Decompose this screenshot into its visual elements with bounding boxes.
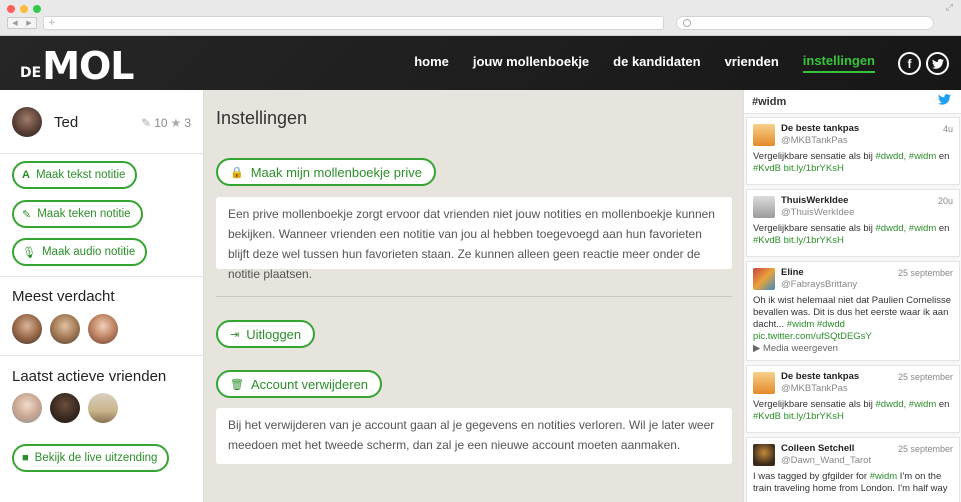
pencil-icon: ✎ xyxy=(22,208,32,221)
hashtag-title[interactable]: #widm xyxy=(752,96,786,108)
star-icon: ★ xyxy=(170,116,182,130)
profile-stats: ✎ 10 ★ 3 xyxy=(141,116,191,130)
site-header: DE MOL home jouw mollenboekje de kandidat… xyxy=(0,36,961,90)
video-camera-icon: ■ xyxy=(22,452,29,464)
avatar[interactable] xyxy=(12,107,42,137)
delete-info-card: Bij het verwijderen van je account gaan … xyxy=(216,408,732,464)
tweet-text: I was tagged by gfgilder for #widm I'm o… xyxy=(753,471,948,494)
logout-button[interactable]: ⇥ Uitloggen xyxy=(216,320,316,348)
most-suspected-title: Meest verdacht xyxy=(12,288,115,305)
browser-search-field[interactable] xyxy=(676,16,934,30)
twitter-widget: #widm De beste tankpas @MKBTankPas 4u Ve… xyxy=(743,90,961,502)
tweet-text: Vergelijkbare sensatie als bij #dwdd, #w… xyxy=(753,223,950,246)
twitter-bird-icon[interactable] xyxy=(938,94,951,105)
back-forward-buttons[interactable]: ◀ ▶ xyxy=(7,17,37,29)
show-media-link[interactable]: ▶ Media weergeven xyxy=(753,343,838,355)
lock-icon: 🔒 xyxy=(230,166,244,179)
back-arrow-icon[interactable]: ◀ xyxy=(12,19,17,27)
new-tab-icon[interactable]: + xyxy=(48,18,56,28)
minimize-window-icon[interactable] xyxy=(20,5,28,13)
tweet-text: Vergelijkbare sensatie als bij #dwdd, #w… xyxy=(753,151,950,174)
left-sidebar: Ted ✎ 10 ★ 3 A Maak tekst notitie ✎ Maak… xyxy=(0,90,204,502)
settings-panel: Instellingen 🔒 Maak mijn mollenboekje pr… xyxy=(205,90,743,502)
tweet[interactable]: ThuisWerkIdee @ThuisWerkIdee 20u Vergeli… xyxy=(746,189,960,257)
maximize-window-icon[interactable] xyxy=(33,5,41,13)
watch-live-button[interactable]: ■ Bekijk de live uitzending xyxy=(12,444,170,472)
nav-instellingen[interactable]: instellingen xyxy=(802,53,875,73)
star-count: 3 xyxy=(184,116,191,130)
facebook-icon[interactable]: f xyxy=(898,52,921,75)
microphone-icon: 🎙 xyxy=(22,246,36,259)
tweet-avatar[interactable] xyxy=(753,196,775,218)
twitter-icon[interactable] xyxy=(926,52,949,75)
divider xyxy=(0,355,204,356)
make-text-note-button[interactable]: A Maak tekst notitie xyxy=(12,161,138,189)
trash-icon: 🗑 xyxy=(230,378,244,391)
make-drawing-note-button[interactable]: ✎ Maak teken notitie xyxy=(12,200,143,228)
tweet-avatar[interactable] xyxy=(753,444,775,466)
divider xyxy=(0,276,204,277)
nav-jouw-mollenboekje[interactable]: jouw mollenboekje xyxy=(473,54,589,72)
tweet-text: Vergelijkbare sensatie als bij #dwdd, #w… xyxy=(753,399,950,422)
suspect-avatar[interactable] xyxy=(12,314,42,344)
tweet[interactable]: Eline @FabraysBrittany 25 september Oh i… xyxy=(746,261,960,361)
divider xyxy=(216,296,732,297)
make-audio-note-button[interactable]: 🎙 Maak audio notitie xyxy=(12,238,148,266)
tweet[interactable]: De beste tankpas @MKBTankPas 4u Vergelij… xyxy=(746,117,960,185)
tweet-avatar[interactable] xyxy=(753,372,775,394)
twitter-widget-header: #widm xyxy=(744,90,961,114)
nav-de-kandidaten[interactable]: de kandidaten xyxy=(613,54,700,72)
suspect-avatar[interactable] xyxy=(88,314,118,344)
delete-account-button[interactable]: 🗑 Account verwijderen xyxy=(216,370,383,398)
friend-avatar[interactable] xyxy=(50,393,80,423)
profile-name[interactable]: Ted xyxy=(54,114,78,131)
main-navigation: home jouw mollenboekje de kandidaten vri… xyxy=(390,36,875,90)
de-mol-logo[interactable]: DE MOL xyxy=(20,40,135,86)
most-suspected-list xyxy=(12,314,118,344)
nav-vrienden[interactable]: vrienden xyxy=(725,54,779,72)
forward-arrow-icon[interactable]: ▶ xyxy=(26,19,31,27)
friend-avatar[interactable] xyxy=(88,393,118,423)
play-icon: ▶ xyxy=(753,343,763,354)
nav-home[interactable]: home xyxy=(414,54,449,72)
tweet-avatar[interactable] xyxy=(753,124,775,146)
fullscreen-icon[interactable]: ⤢ xyxy=(946,3,953,13)
pencil-icon: ✎ xyxy=(141,116,152,130)
logout-icon: ⇥ xyxy=(230,328,240,341)
twitter-bird-icon xyxy=(931,58,944,69)
private-info-card: Een prive mollenboekje zorgt ervoor dat … xyxy=(216,197,732,281)
tweet-avatar[interactable] xyxy=(753,268,775,290)
text-icon: A xyxy=(22,169,30,181)
close-window-icon[interactable] xyxy=(7,5,15,13)
address-bar[interactable]: + xyxy=(43,16,664,30)
recent-friends-list xyxy=(12,393,118,423)
make-private-button[interactable]: 🔒 Maak mijn mollenboekje prive xyxy=(216,158,436,186)
recent-friends-title: Laatst actieve vrienden xyxy=(12,368,167,385)
edit-count: 10 xyxy=(154,116,168,130)
tweet[interactable]: Colleen Setchell @Dawn_Wand_Tarot 25 sep… xyxy=(746,437,960,502)
friend-avatar[interactable] xyxy=(12,393,42,423)
search-icon xyxy=(683,19,691,27)
tweet-text: Oh ik wist helemaal niet dat Paulien Cor… xyxy=(753,295,952,342)
suspect-avatar[interactable] xyxy=(50,314,80,344)
tweet[interactable]: De beste tankpas @MKBTankPas 25 septembe… xyxy=(746,365,960,433)
page-title: Instellingen xyxy=(216,108,308,128)
browser-chrome: ◀ ▶ + ⤢ xyxy=(0,0,961,36)
profile-block: Ted ✎ 10 ★ 3 xyxy=(0,90,203,154)
